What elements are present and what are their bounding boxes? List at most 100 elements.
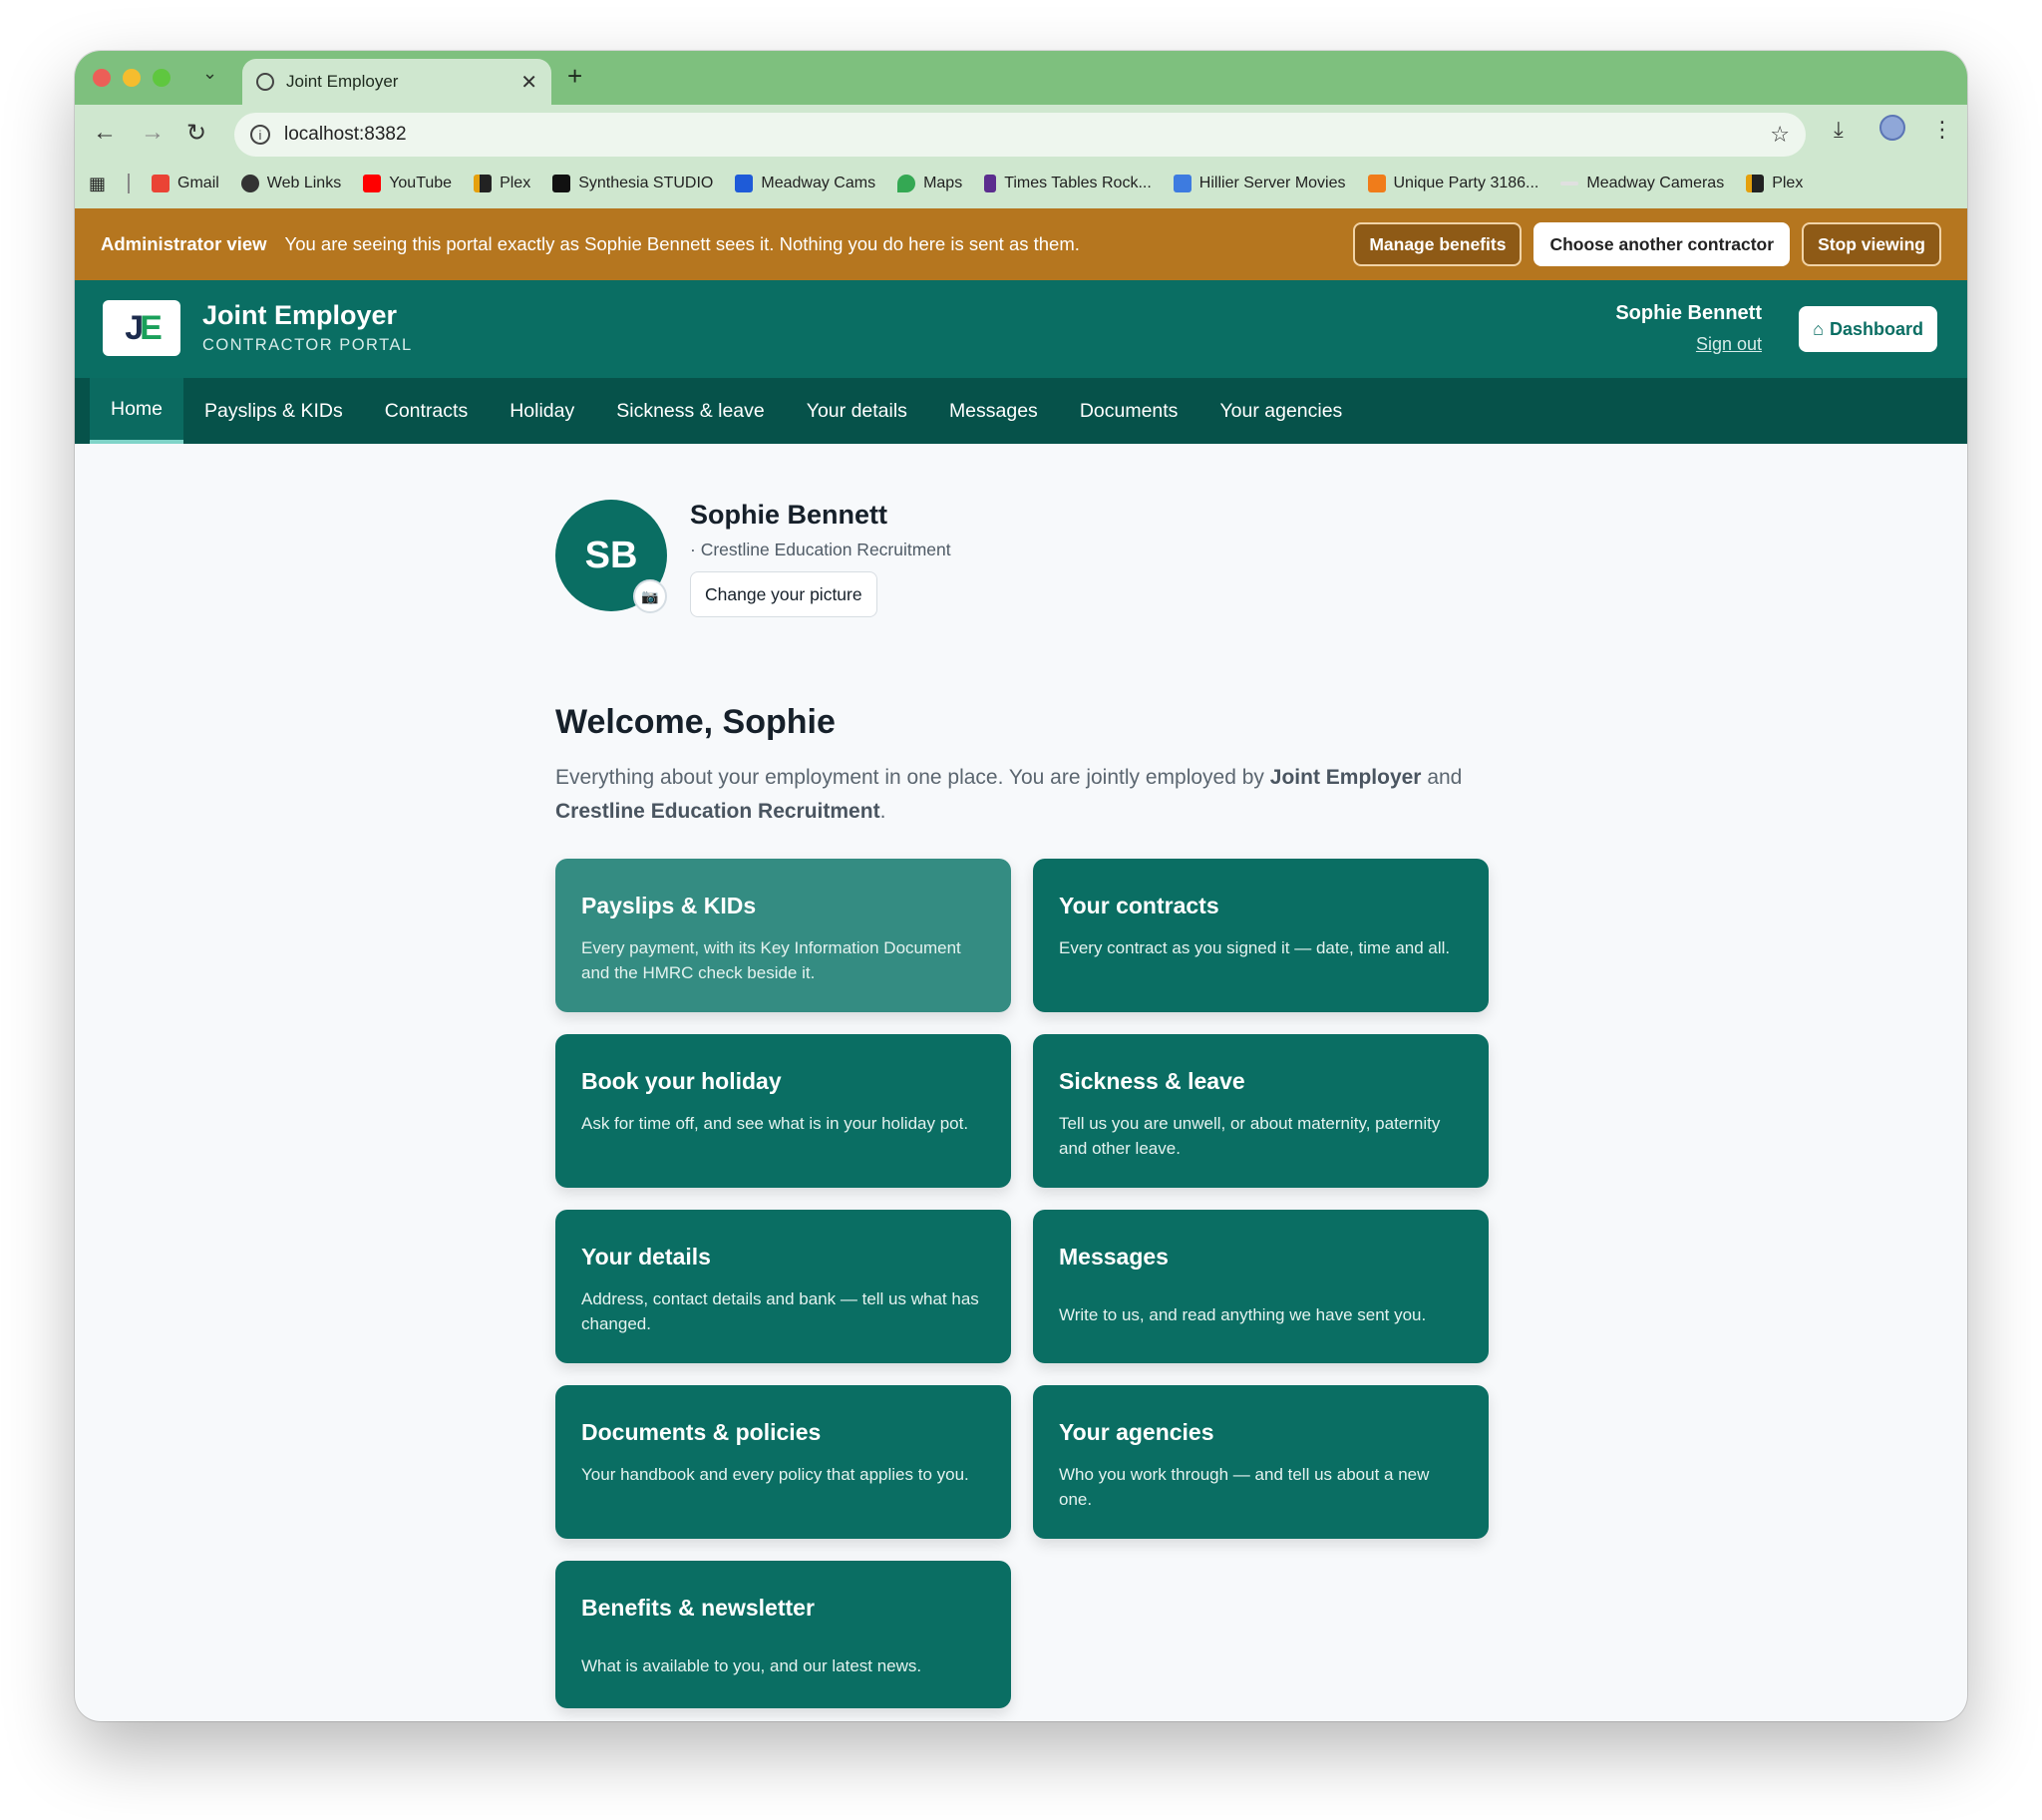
meadway-cams-icon: [735, 175, 754, 192]
bookmark-synthesia[interactable]: Synthesia STUDIO: [552, 175, 713, 192]
card-title: Payslips & KIDs: [581, 893, 757, 918]
bookmarks-bar: ▦ Gmail Web Links YouTube Plex Synthesia…: [89, 169, 1957, 198]
bookmark-youtube[interactable]: YouTube: [363, 175, 452, 192]
manage-benefits-button[interactable]: Manage benefits: [1353, 222, 1523, 266]
bookmark-maps[interactable]: Maps: [897, 175, 962, 192]
current-user-name: Sophie Bennett: [1615, 302, 1762, 324]
home-icon: ⌂: [1813, 318, 1824, 339]
nav-your-agencies[interactable]: Your agencies: [1198, 378, 1363, 444]
card-description: Ask for time off, and see what is in you…: [581, 1114, 969, 1133]
card-description: Every payment, with its Key Information …: [581, 938, 961, 982]
card-description: Address, contact details and bank — tell…: [581, 1289, 979, 1333]
nav-home[interactable]: Home: [90, 378, 184, 444]
nav-messages[interactable]: Messages: [928, 378, 1059, 444]
card-payslips[interactable]: Payslips & KIDs Every payment, with its …: [555, 859, 1011, 1012]
maximize-window-button[interactable]: [153, 69, 170, 87]
employer-name: Joint Employer: [1269, 766, 1422, 789]
nav-documents[interactable]: Documents: [1059, 378, 1199, 444]
browser-tab[interactable]: Joint Employer ✕: [242, 59, 551, 105]
profile-avatar-icon[interactable]: [1879, 115, 1905, 141]
card-description: What is available to you, and our latest…: [581, 1656, 922, 1675]
site-info-icon[interactable]: i: [250, 125, 270, 145]
site-header: JE Joint Employer CONTRACTOR PORTAL Soph…: [75, 280, 1967, 378]
apps-grid-icon[interactable]: ▦: [89, 174, 106, 194]
card-documents[interactable]: Documents & policies Your handbook and e…: [555, 1385, 1011, 1539]
new-tab-button[interactable]: +: [567, 61, 582, 92]
nav-sickness-leave[interactable]: Sickness & leave: [595, 378, 786, 444]
card-contracts[interactable]: Your contracts Every contract as you sig…: [1033, 859, 1489, 1012]
globe-icon: [256, 73, 274, 91]
browser-toolbar: ← → ↻ i localhost:8382 ☆ ⤓ ⋮ ▦ Gmail Web…: [75, 105, 1967, 208]
back-arrow-icon[interactable]: ←: [93, 119, 117, 147]
map-pin-icon: [897, 175, 916, 192]
card-description: Tell us you are unwell, or about materni…: [1059, 1114, 1441, 1158]
card-title: Documents & policies: [581, 1419, 822, 1445]
nav-holiday[interactable]: Holiday: [489, 378, 595, 444]
bookmark-plex-2[interactable]: Plex: [1746, 175, 1803, 192]
nav-contracts[interactable]: Contracts: [364, 378, 489, 444]
card-benefits[interactable]: Benefits & newsletter What is available …: [555, 1561, 1011, 1708]
bookmark-star-icon[interactable]: ☆: [1770, 122, 1790, 148]
bookmarks-divider: [128, 174, 131, 193]
nav-your-details[interactable]: Your details: [786, 378, 928, 444]
card-messages[interactable]: Messages Write to us, and read anything …: [1033, 1210, 1489, 1363]
forward-arrow-icon[interactable]: →: [141, 119, 165, 147]
dsm-icon: [1173, 175, 1191, 192]
quick-links-grid: Payslips & KIDs Every payment, with its …: [555, 859, 1489, 1708]
logo[interactable]: JE: [103, 300, 180, 356]
bookmark-web-links[interactable]: Web Links: [240, 175, 341, 192]
close-tab-icon[interactable]: ✕: [520, 70, 537, 95]
browser-menu-icon[interactable]: ⋮: [1931, 117, 1953, 143]
admin-view-banner: Administrator view You are seeing this p…: [75, 208, 1967, 280]
card-title: Your agencies: [1059, 1419, 1214, 1445]
tab-list-chevron-icon[interactable]: ⌄: [202, 63, 217, 84]
agency-name: Crestline Education Recruitment: [555, 800, 880, 823]
bookmark-gmail[interactable]: Gmail: [152, 175, 219, 192]
gmail-icon: [152, 175, 170, 192]
nav-payslips[interactable]: Payslips & KIDs: [183, 378, 364, 444]
card-title: Messages: [1059, 1244, 1169, 1270]
unique-party-icon: [1367, 175, 1386, 192]
card-description: Write to us, and read anything we have s…: [1059, 1305, 1427, 1324]
dashboard-label: Dashboard: [1829, 318, 1923, 339]
page-title: Welcome, Sophie: [555, 703, 836, 741]
window-controls: [93, 69, 170, 87]
card-description: Who you work through — and tell us about…: [1059, 1465, 1430, 1509]
card-your-details[interactable]: Your details Address, contact details an…: [555, 1210, 1011, 1363]
minimize-window-button[interactable]: [123, 69, 141, 87]
card-agencies[interactable]: Your agencies Who you work through — and…: [1033, 1385, 1489, 1539]
brand-subtitle: CONTRACTOR PORTAL: [202, 336, 413, 354]
card-description: Your handbook and every policy that appl…: [581, 1465, 969, 1484]
reload-icon[interactable]: ↻: [186, 119, 206, 148]
card-title: Benefits & newsletter: [581, 1595, 815, 1621]
bookmark-plex[interactable]: Plex: [474, 175, 530, 192]
profile-name: Sophie Bennett: [690, 500, 888, 530]
choose-another-contractor-button[interactable]: Choose another contractor: [1533, 222, 1791, 266]
brand-name: Joint Employer: [202, 300, 398, 330]
download-icon[interactable]: ⤓: [1834, 117, 1844, 143]
bookmark-times-tables[interactable]: Times Tables Rock...: [984, 175, 1152, 192]
card-title: Your details: [581, 1244, 711, 1270]
stop-viewing-button[interactable]: Stop viewing: [1802, 222, 1941, 266]
change-picture-button[interactable]: Change your picture: [690, 571, 877, 617]
bookmark-meadway-cams[interactable]: Meadway Cams: [735, 175, 875, 192]
card-title: Sickness & leave: [1059, 1068, 1245, 1094]
bookmark-meadway-cameras[interactable]: Meadway Cameras: [1560, 175, 1724, 192]
admin-view-message: You are seeing this portal exactly as So…: [284, 233, 1080, 254]
bookmark-unique-party[interactable]: Unique Party 3186...: [1367, 175, 1538, 192]
profile-agency: · Crestline Education Recruitment: [690, 540, 951, 559]
card-holiday[interactable]: Book your holiday Ask for time off, and …: [555, 1034, 1011, 1188]
dashboard-button[interactable]: ⌂ Dashboard: [1799, 306, 1937, 352]
plex-icon: [474, 175, 493, 192]
camera-icon[interactable]: 📷: [633, 579, 667, 613]
card-sickness-leave[interactable]: Sickness & leave Tell us you are unwell,…: [1033, 1034, 1489, 1188]
youtube-icon: [363, 175, 382, 192]
address-bar[interactable]: i localhost:8382 ☆: [234, 113, 1806, 157]
url-text[interactable]: localhost:8382: [284, 124, 1756, 146]
close-window-button[interactable]: [93, 69, 111, 87]
browser-chrome: ⌄ Joint Employer ✕ + ← → ↻ i localhost:8…: [75, 51, 1967, 208]
bookmark-hillier-server[interactable]: Hillier Server Movies: [1173, 175, 1346, 192]
card-title: Book your holiday: [581, 1068, 782, 1094]
sign-out-link[interactable]: Sign out: [1696, 334, 1762, 355]
card-title: Your contracts: [1059, 893, 1219, 918]
